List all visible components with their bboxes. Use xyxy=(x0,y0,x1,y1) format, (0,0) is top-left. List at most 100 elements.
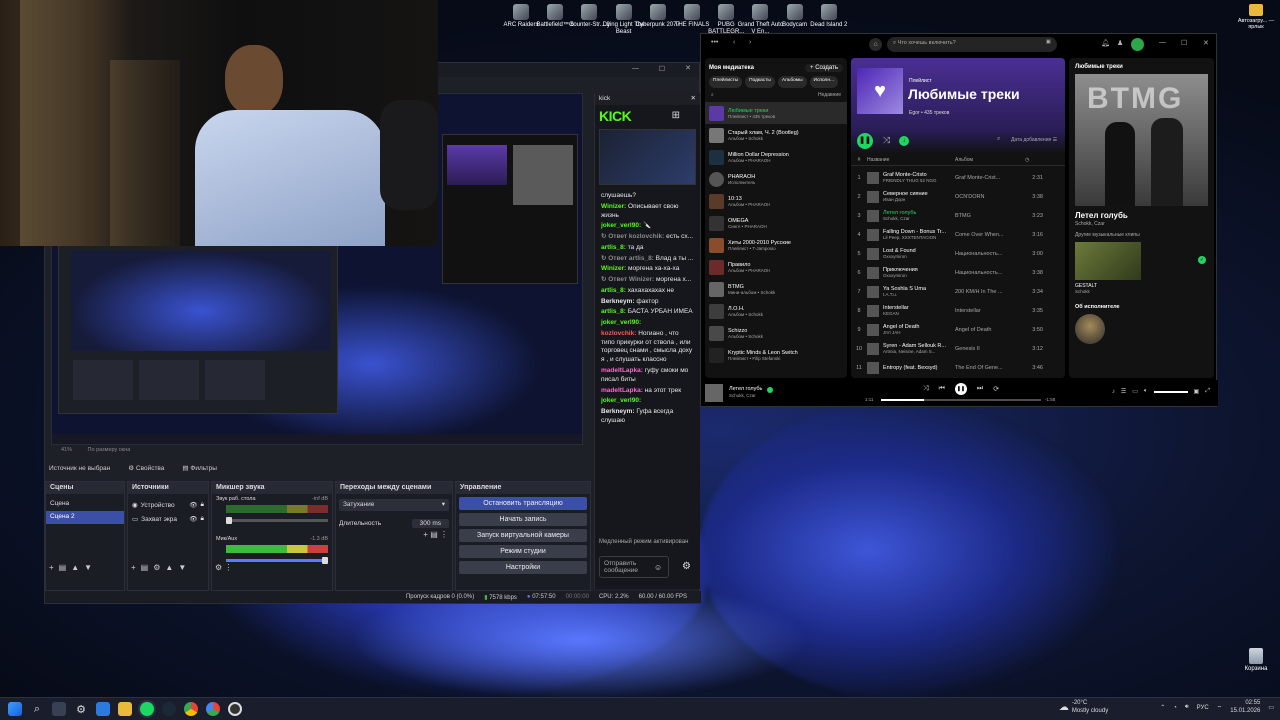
sort-select[interactable]: Дата добавления ☰ xyxy=(1011,137,1057,143)
down-icon[interactable]: ▼ xyxy=(178,563,191,572)
down-icon[interactable]: ▼ xyxy=(84,563,97,572)
settings-icon[interactable]: ⚙ xyxy=(74,703,88,716)
chat-username[interactable]: Winizer: xyxy=(601,265,626,272)
clock[interactable]: 02:55 15.01.2026 xyxy=(1230,700,1260,715)
library-item[interactable]: Старый хлам, Ч. 2 (Bootleg) Альбом • Scho… xyxy=(705,124,847,146)
spotify-taskbar-icon[interactable] xyxy=(140,702,154,716)
task-view-icon[interactable] xyxy=(52,702,66,716)
browse-icon[interactable]: ▣ xyxy=(1046,39,1051,45)
track-row[interactable]: 7 Ya Soshla S Uma t.A.T.u. 200 KM/H In The … xyxy=(851,282,1065,301)
close-icon[interactable]: ✕ xyxy=(691,94,696,102)
progress-bar[interactable] xyxy=(881,399,1041,401)
gear-icon[interactable]: ⚙ xyxy=(153,563,165,572)
shuffle-icon[interactable]: ⤨ xyxy=(883,135,890,146)
settings-icon[interactable]: ⚙ xyxy=(215,563,222,572)
lock-icon[interactable]: 🔒︎ xyxy=(201,515,204,523)
chat-username[interactable]: artlis_8: xyxy=(601,287,626,294)
track-row[interactable]: 5 Lost & Found Oxxxymiron Национальность...… xyxy=(851,244,1065,263)
track-artist[interactable]: t.A.T.u. xyxy=(883,292,951,297)
track-album[interactable]: Национальность... xyxy=(955,251,1015,257)
track-row[interactable]: 1 Graf Monte-Cristo FRIENDLY THUG 52 NGG Gr… xyxy=(851,168,1065,187)
autostart-shortcut[interactable]: Автозагру... — ярлык xyxy=(1236,4,1276,30)
bell-icon[interactable]: 🔔︎ xyxy=(1101,39,1110,47)
library-filter-chip[interactable]: Подкасты xyxy=(745,76,775,88)
saved-check-icon[interactable]: ✓ xyxy=(1198,256,1206,264)
chat-username[interactable]: madeltLapka: xyxy=(601,387,643,394)
chat-username[interactable]: joker_verl90: xyxy=(601,222,641,229)
settings-button[interactable]: Настройки xyxy=(459,561,587,574)
more-icon[interactable]: ⋮ xyxy=(440,530,448,539)
transition-select[interactable]: Затухание ▾ xyxy=(339,499,449,511)
track-row[interactable]: 9 Angel of Death JIVI JAH Angel of Death 3:5… xyxy=(851,320,1065,339)
library-item[interactable]: Любимые треки Плейлист • 435 треков xyxy=(705,102,847,124)
avatar[interactable] xyxy=(1131,38,1144,51)
repeat-icon[interactable]: ⟳ xyxy=(993,385,999,393)
track-row[interactable]: 11 Entropy (feat. Bexsyd) The End Of Gene.… xyxy=(851,358,1065,376)
library-filter-chip[interactable]: Альбомы xyxy=(777,76,807,88)
preview-zoom[interactable]: 41% xyxy=(61,447,72,453)
stop-stream-button[interactable]: Остановить трансляцию xyxy=(459,497,587,510)
trash-icon[interactable]: ▤ xyxy=(430,530,438,539)
chat-username[interactable]: Winizer: xyxy=(601,203,626,210)
track-row[interactable]: 10 Syren - Adam Sellouk R... Artmia, Neisi… xyxy=(851,339,1065,358)
chrome-icon[interactable] xyxy=(184,702,198,716)
np-track-title[interactable]: Летел голубь xyxy=(1069,206,1214,220)
track-artist[interactable]: Oxxxymiron xyxy=(883,273,951,278)
track-album[interactable]: OCN'DORN xyxy=(955,194,1015,200)
chat-username[interactable]: Berkneym: xyxy=(601,408,635,415)
layout-icon[interactable]: ⊞ xyxy=(672,110,680,121)
miniplayer-icon[interactable]: ▣ xyxy=(1194,388,1200,395)
chat-username[interactable]: ↻ Ответ artlis_8: xyxy=(601,255,654,262)
up-icon[interactable]: ▲ xyxy=(165,563,178,572)
preview-fit[interactable]: По размеру окна xyxy=(88,447,131,453)
source-item[interactable]: ▭ Захват экра 👁︎ 🔒︎ xyxy=(128,512,208,526)
trash-icon[interactable]: ▤ xyxy=(141,563,154,572)
device-icon[interactable]: ▭ xyxy=(1132,388,1138,395)
start-recording-button[interactable]: Начать запись xyxy=(459,513,587,526)
forward-icon[interactable]: › xyxy=(749,39,751,46)
track-artist[interactable]: Иван Дорн xyxy=(883,197,951,202)
volume-slider[interactable] xyxy=(226,557,328,564)
track-album[interactable]: Interstellar xyxy=(955,308,1015,314)
library-item[interactable]: OMEGA Сингл • PHARAOH xyxy=(705,212,847,234)
clip-title[interactable]: GESTALT xyxy=(1069,280,1214,289)
fullscreen-icon[interactable]: ⤢ xyxy=(1205,388,1210,395)
library-item[interactable]: Л.О.Н. Альбом • Schokk xyxy=(705,300,847,322)
track-row[interactable]: 6 Приключения Oxxxymiron Национальность... 3… xyxy=(851,263,1065,282)
explorer-icon[interactable] xyxy=(96,702,110,716)
track-album[interactable]: Genesis II xyxy=(955,346,1015,352)
library-item[interactable]: Schizzo Альбом • Schokk xyxy=(705,322,847,344)
minimize-icon[interactable]: — xyxy=(1159,39,1166,46)
language-indicator[interactable]: РУС xyxy=(1197,705,1209,711)
queue-icon[interactable]: ☰ xyxy=(1121,388,1126,395)
track-artist[interactable]: Artmia, Neisine, Adam S... xyxy=(883,349,951,354)
track-album[interactable]: 200 KM/H In The ... xyxy=(955,289,1015,295)
track-album[interactable]: Национальность... xyxy=(955,270,1015,276)
library-item[interactable]: 10:13 Альбом • PHARAOH xyxy=(705,190,847,212)
volume-icon[interactable]: 🔈︎ xyxy=(1144,388,1148,395)
library-filter-chip[interactable]: Плейлисты xyxy=(709,76,743,88)
next-icon[interactable]: ⏭ xyxy=(977,385,983,393)
search-input[interactable]: ⌕ Что хочешь включить? ▣ xyxy=(887,37,1057,52)
track-row[interactable]: 2 Северное сияние Иван Дорн OCN'DORN 3:38 xyxy=(851,187,1065,206)
track-title[interactable]: Entropy (feat. Bexsyd) xyxy=(883,365,951,371)
volume-slider[interactable] xyxy=(226,517,328,524)
duration-input[interactable]: 300 ms xyxy=(411,518,449,528)
search-icon[interactable]: ⌕ xyxy=(711,92,714,98)
track-row[interactable]: 8 Interstellar KEGAN Interstellar 3:35 xyxy=(851,301,1065,320)
add-icon[interactable]: + xyxy=(49,563,59,572)
track-album[interactable]: Graf Monte-Crist... xyxy=(955,175,1015,181)
chat-username[interactable]: ↻ Ответ kozlovchik: xyxy=(601,233,664,240)
library-item[interactable]: Правило Альбом • PHARAOH xyxy=(705,256,847,278)
track-artist[interactable]: Lil Peep, XXXTENTACION xyxy=(883,235,951,240)
player-title[interactable]: Летел голубь xyxy=(729,386,762,392)
track-album[interactable]: BTMG xyxy=(955,213,1015,219)
maximize-icon[interactable]: ☐ xyxy=(1181,39,1187,47)
friends-icon[interactable]: ♟ xyxy=(1117,39,1123,47)
add-icon[interactable]: + xyxy=(423,530,428,539)
source-item[interactable]: ◉ Устройство 👁︎ 🔒︎ xyxy=(128,498,208,512)
back-icon[interactable]: ‹ xyxy=(733,39,735,46)
chat-username[interactable]: Berkneym: xyxy=(601,298,635,305)
sort-select[interactable]: Недавние xyxy=(818,92,841,98)
previous-icon[interactable]: ⏮ xyxy=(939,385,945,393)
